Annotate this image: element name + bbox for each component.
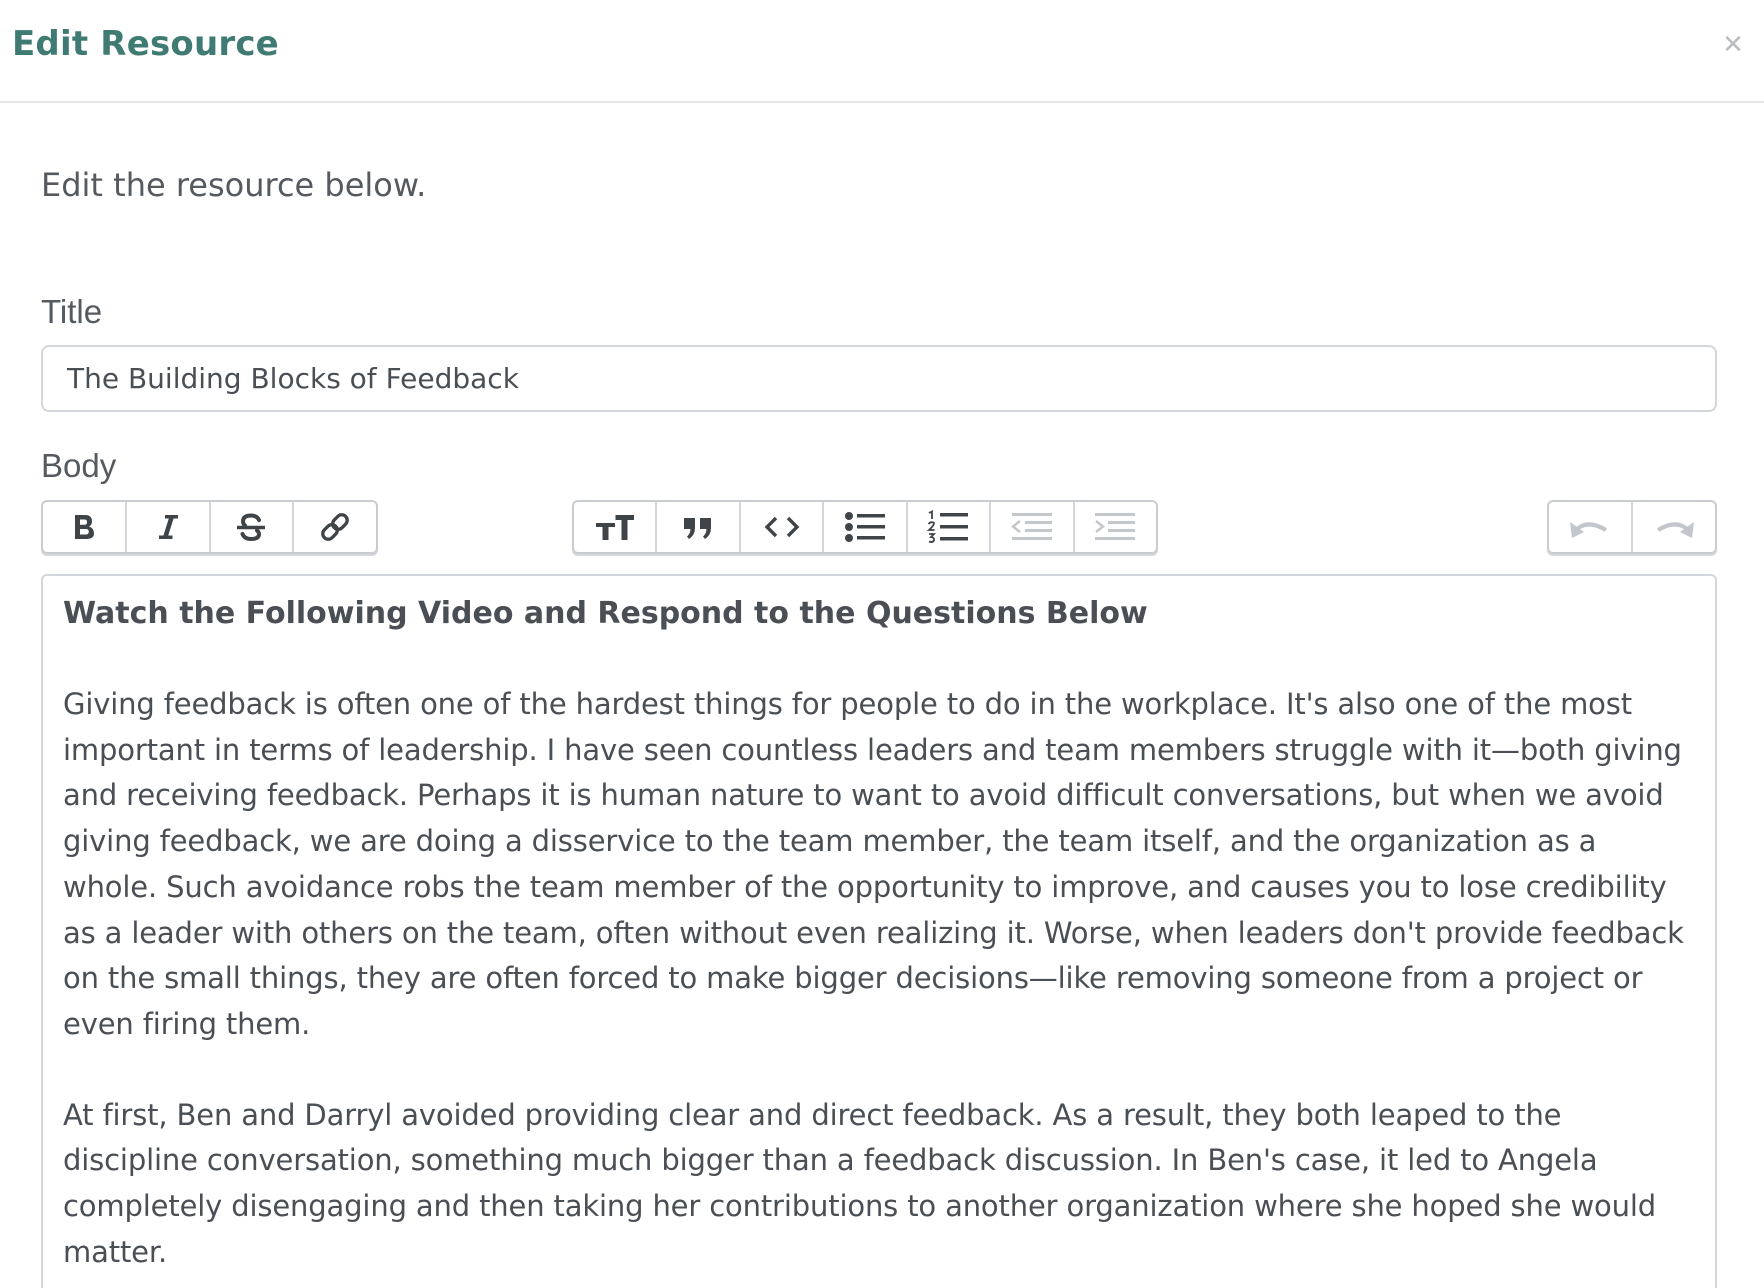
body-label: Body xyxy=(41,447,117,484)
numbered-list-icon xyxy=(927,510,969,543)
editor-paragraph: Giving feedback is often one of the hard… xyxy=(63,687,1684,1041)
quote-icon xyxy=(684,518,712,539)
undo-button[interactable] xyxy=(1549,502,1633,552)
italic-button[interactable] xyxy=(127,502,211,552)
heading-icon xyxy=(595,515,634,540)
history-button-group xyxy=(1547,500,1717,554)
body-editor[interactable]: Watch the Following Video and Respond to… xyxy=(41,574,1717,1288)
undo-icon xyxy=(1570,522,1608,538)
bullet-list-button[interactable] xyxy=(824,502,908,552)
block-button-group xyxy=(572,500,1158,554)
editor-heading: Watch the Following Video and Respond to… xyxy=(63,596,1148,631)
bold-icon xyxy=(74,515,94,539)
redo-button[interactable] xyxy=(1633,502,1715,552)
title-input[interactable] xyxy=(41,345,1717,412)
numbered-list-button[interactable] xyxy=(908,502,992,552)
indent-button[interactable] xyxy=(1075,502,1156,552)
code-button[interactable] xyxy=(741,502,825,552)
bullet-list-icon xyxy=(844,512,885,542)
italic-icon xyxy=(158,515,178,539)
redo-icon xyxy=(1656,522,1694,538)
close-button[interactable]: ✕ xyxy=(1718,30,1748,60)
intro-text: Edit the resource below. xyxy=(41,166,427,204)
bold-button[interactable] xyxy=(43,502,127,552)
strikethrough-icon xyxy=(237,513,266,542)
close-icon: ✕ xyxy=(1722,30,1744,60)
format-button-group xyxy=(41,500,378,554)
title-label: Title xyxy=(41,293,103,330)
outdent-icon xyxy=(1010,513,1052,540)
quote-button[interactable] xyxy=(657,502,741,552)
link-icon xyxy=(321,513,349,541)
link-button[interactable] xyxy=(294,502,376,552)
modal-header: Edit Resource ✕ xyxy=(0,0,1764,103)
code-icon xyxy=(764,516,799,538)
heading-button[interactable] xyxy=(574,502,658,552)
outdent-button[interactable] xyxy=(991,502,1075,552)
indent-icon xyxy=(1095,513,1136,540)
modal-title: Edit Resource xyxy=(12,24,279,64)
strikethrough-button[interactable] xyxy=(211,502,295,552)
editor-paragraph: At first, Ben and Darryl avoided providi… xyxy=(63,1097,1657,1269)
